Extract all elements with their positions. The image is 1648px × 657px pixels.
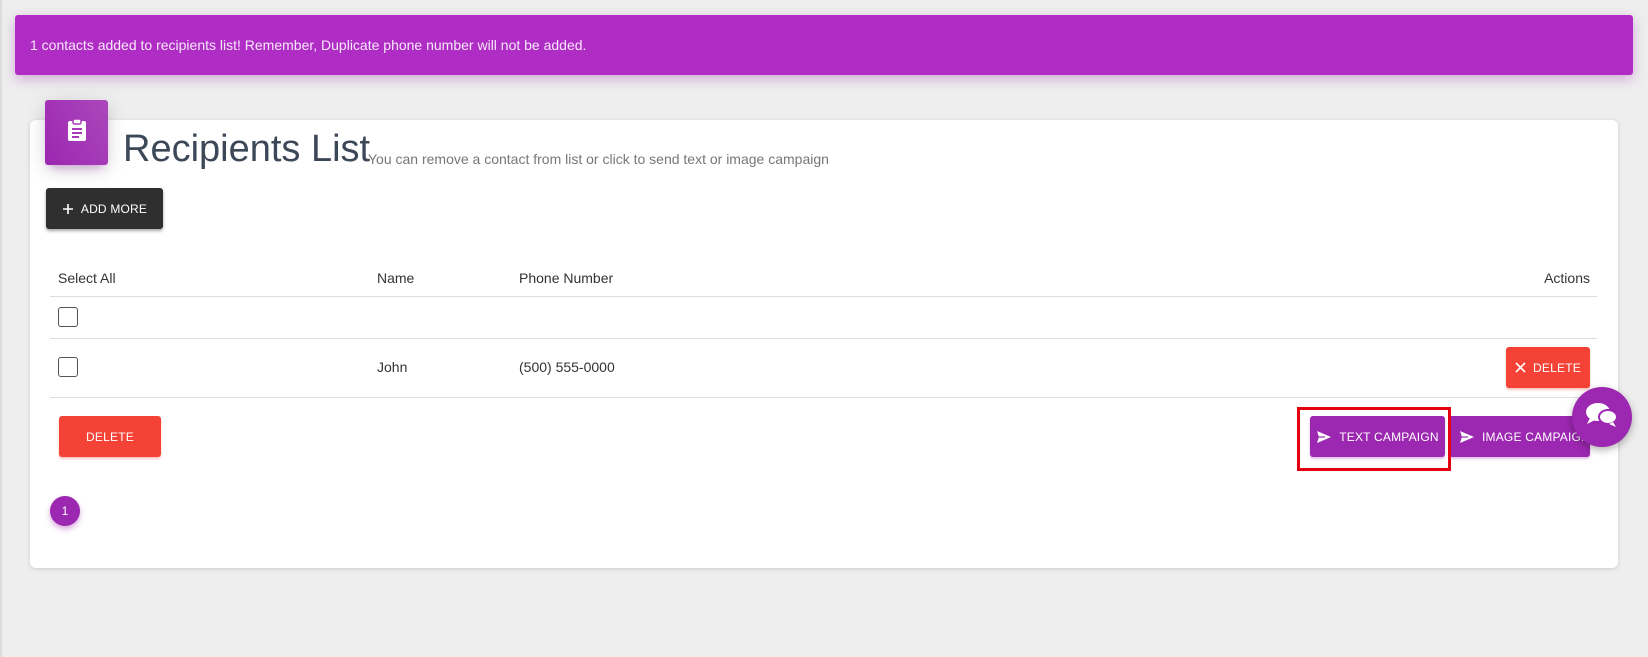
contact-phone: (500) 555-0000 [519,359,615,375]
image-campaign-button[interactable]: IMAGE CAMPAIGN [1449,416,1590,457]
page-subtitle: You can remove a contact from list or cl… [368,151,829,167]
highlight-box [1297,407,1451,471]
card-header-icon [45,100,108,165]
table-divider [50,397,1597,398]
pagination-page-1[interactable]: 1 [50,496,80,526]
column-header-name: Name [377,270,415,286]
plus-icon [62,203,74,215]
row-delete-button[interactable]: DELETE [1506,347,1590,388]
page-title: Recipients List [123,128,371,170]
clipboard-icon [66,118,88,147]
alert-message: 1 contacts added to recipients list! Rem… [30,37,587,53]
page-edge [0,0,3,657]
close-icon [1515,362,1526,373]
column-header-actions: Actions [1544,270,1590,286]
send-icon [1459,430,1475,444]
row-checkbox[interactable] [58,357,78,377]
add-more-label: ADD MORE [80,201,148,216]
image-campaign-label: IMAGE CAMPAIGN [1482,429,1590,444]
chat-widget-button[interactable] [1572,387,1632,447]
column-header-phone: Phone Number [519,270,614,286]
recipients-card [30,120,1618,568]
table-divider [50,296,1597,297]
bulk-delete-label: DELETE [86,429,134,444]
chat-icon [1584,400,1620,435]
table-divider [50,338,1597,339]
row-delete-label: DELETE [1533,360,1581,375]
contact-name: John [377,359,408,375]
select-all-checkbox[interactable] [58,307,78,327]
column-header-select-all[interactable]: Select All [58,270,116,286]
notification-alert: 1 contacts added to recipients list! Rem… [15,15,1633,75]
bulk-delete-button[interactable]: DELETE [59,416,161,457]
add-more-button[interactable]: ADD MORE [46,188,163,229]
